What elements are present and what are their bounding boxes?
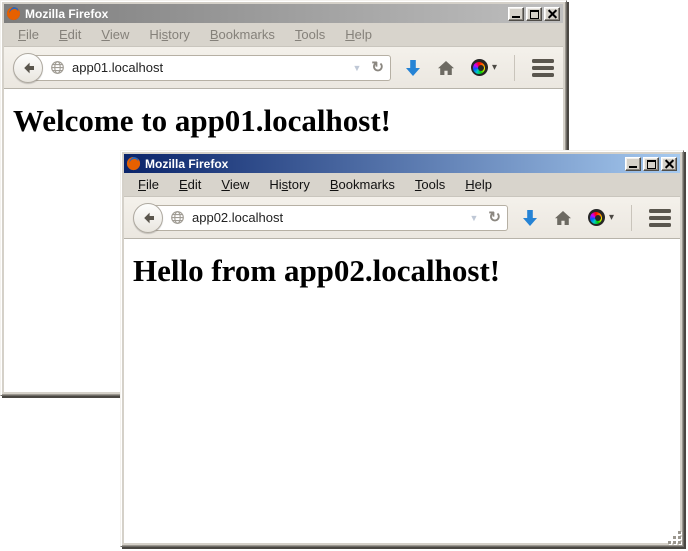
window-title: Mozilla Firefox xyxy=(145,157,621,171)
window-controls xyxy=(508,7,561,21)
desktop: Mozilla Firefox File Edit View History B… xyxy=(0,0,688,551)
url-bar[interactable]: app01.localhost ▼ ↻ xyxy=(28,55,391,81)
page-heading: Hello from app02.localhost! xyxy=(133,253,680,289)
titlebar[interactable]: Mozilla Firefox xyxy=(124,154,680,173)
minimize-icon xyxy=(629,166,637,168)
urlbar-group: app01.localhost ▼ ↻ xyxy=(13,53,391,83)
maximize-button[interactable] xyxy=(526,7,542,21)
addon-button[interactable]: ▾ xyxy=(588,209,614,226)
url-input[interactable]: app02.localhost xyxy=(192,210,464,225)
menu-bookmarks[interactable]: Bookmarks xyxy=(320,175,405,194)
url-bar[interactable]: app02.localhost ▼ ↻ xyxy=(148,205,508,231)
back-button[interactable] xyxy=(13,53,43,83)
maximize-button[interactable] xyxy=(643,157,659,171)
page-heading: Welcome to app01.localhost! xyxy=(13,103,563,139)
navigation-toolbar: app02.localhost ▼ ↻ ▾ xyxy=(124,197,680,239)
globe-icon xyxy=(170,210,185,225)
resize-grip[interactable] xyxy=(668,531,682,545)
reload-icon[interactable]: ↻ xyxy=(483,210,501,225)
back-icon xyxy=(20,60,36,76)
home-icon[interactable] xyxy=(554,210,572,226)
menu-file[interactable]: File xyxy=(8,25,49,44)
urlbar-group: app02.localhost ▼ ↻ xyxy=(133,203,508,233)
maximize-icon xyxy=(530,10,539,19)
reload-icon[interactable]: ↻ xyxy=(366,60,384,75)
menu-history[interactable]: History xyxy=(259,175,319,194)
menu-tools[interactable]: Tools xyxy=(405,175,455,194)
menu-help[interactable]: Help xyxy=(455,175,502,194)
page-content: Hello from app02.localhost! xyxy=(124,239,680,543)
color-wheel-addon-icon xyxy=(471,59,488,76)
firefox-logo-icon xyxy=(6,6,21,21)
close-button[interactable] xyxy=(661,157,677,171)
titlebar[interactable]: Mozilla Firefox xyxy=(4,4,563,23)
hamburger-menu-icon[interactable] xyxy=(532,59,554,77)
menu-bookmarks[interactable]: Bookmarks xyxy=(200,25,285,44)
minimize-button[interactable] xyxy=(625,157,641,171)
menu-bar: File Edit View History Bookmarks Tools H… xyxy=(124,173,680,197)
addon-button[interactable]: ▾ xyxy=(471,59,497,76)
menu-edit[interactable]: Edit xyxy=(49,25,91,44)
toolbar-buttons: ▾ xyxy=(405,55,554,81)
urlbar-dropdown-icon[interactable]: ▼ xyxy=(347,63,366,73)
url-input[interactable]: app01.localhost xyxy=(72,60,347,75)
back-icon xyxy=(140,210,156,226)
minimize-button[interactable] xyxy=(508,7,524,21)
window-title: Mozilla Firefox xyxy=(25,7,504,21)
toolbar-separator xyxy=(631,205,632,231)
navigation-toolbar: app01.localhost ▼ ↻ ▾ xyxy=(4,47,563,89)
menu-bar: File Edit View History Bookmarks Tools H… xyxy=(4,23,563,47)
close-button[interactable] xyxy=(544,7,560,21)
addon-dropdown-icon[interactable]: ▾ xyxy=(609,212,614,223)
menu-view[interactable]: View xyxy=(91,25,139,44)
toolbar-buttons: ▾ xyxy=(522,205,671,231)
addon-dropdown-icon[interactable]: ▾ xyxy=(492,62,497,73)
menu-tools[interactable]: Tools xyxy=(285,25,335,44)
close-icon xyxy=(545,8,559,20)
maximize-icon xyxy=(647,160,656,169)
menu-file[interactable]: File xyxy=(128,175,169,194)
globe-icon xyxy=(50,60,65,75)
menu-history[interactable]: History xyxy=(139,25,199,44)
browser-window-app02: Mozilla Firefox File Edit View History B… xyxy=(120,150,684,547)
download-icon[interactable] xyxy=(522,209,538,227)
download-icon[interactable] xyxy=(405,59,421,77)
firefox-logo-icon xyxy=(126,156,141,171)
menu-edit[interactable]: Edit xyxy=(169,175,211,194)
close-icon xyxy=(662,158,676,170)
minimize-icon xyxy=(512,16,520,18)
window-controls xyxy=(625,157,678,171)
urlbar-dropdown-icon[interactable]: ▼ xyxy=(464,213,483,223)
menu-view[interactable]: View xyxy=(211,175,259,194)
back-button[interactable] xyxy=(133,203,163,233)
home-icon[interactable] xyxy=(437,60,455,76)
hamburger-menu-icon[interactable] xyxy=(649,209,671,227)
toolbar-separator xyxy=(514,55,515,81)
color-wheel-addon-icon xyxy=(588,209,605,226)
menu-help[interactable]: Help xyxy=(335,25,382,44)
